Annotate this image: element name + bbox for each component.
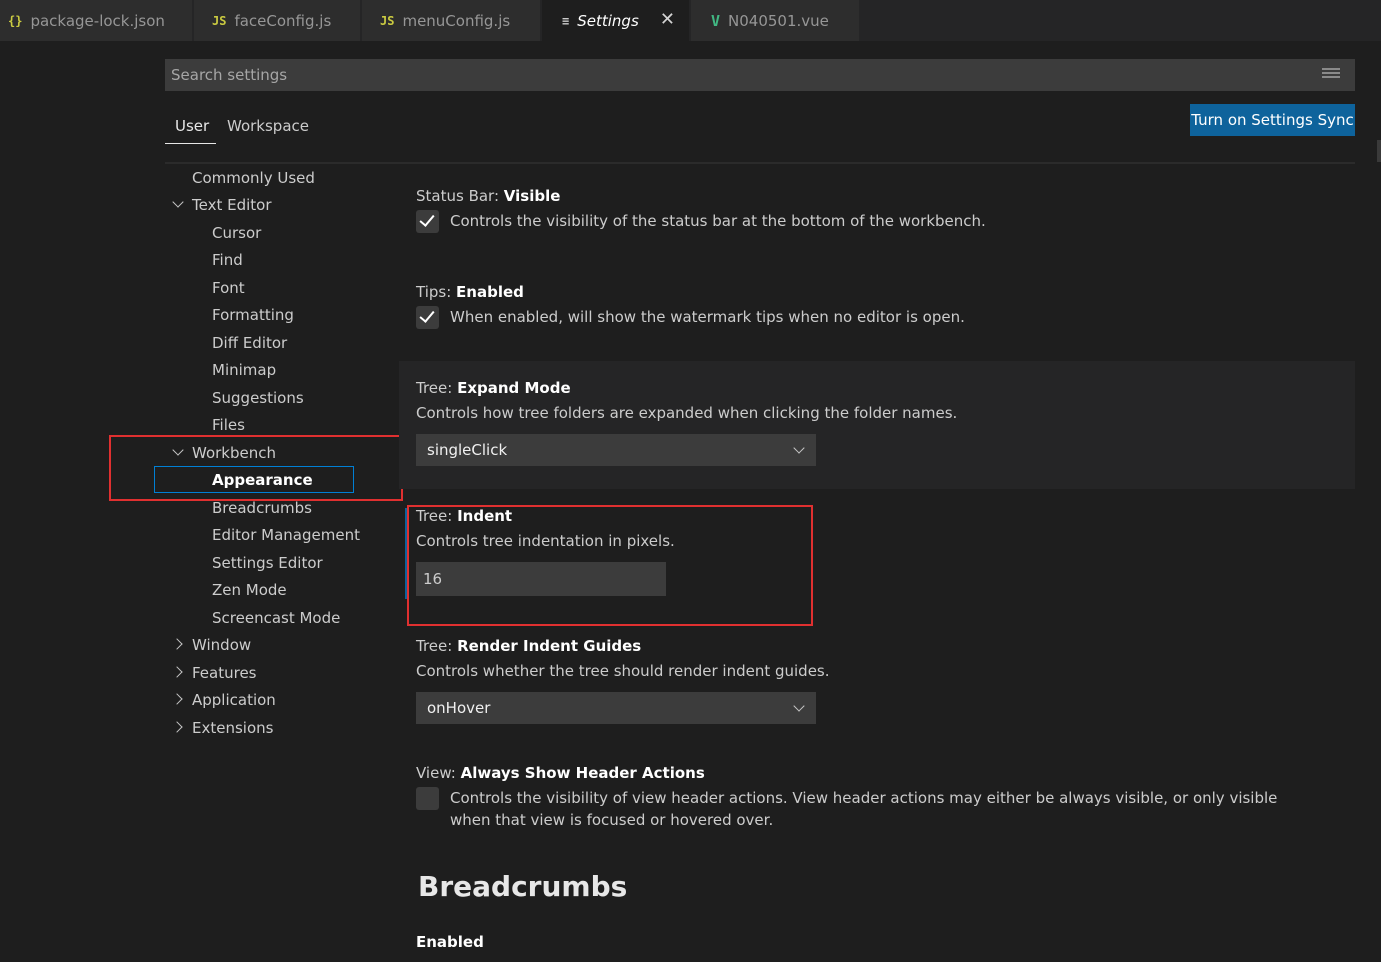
render-indent-guides-select[interactable]: onHover	[416, 692, 816, 724]
tab-settings[interactable]: ≡ Settings ✕	[542, 0, 690, 41]
tab-menu-config[interactable]: JS menuConfig.js	[362, 0, 541, 41]
select-value: singleClick	[427, 441, 508, 459]
toc-commonly-used[interactable]: Commonly Used	[192, 167, 315, 189]
setting-description: When enabled, will show the watermark ti…	[450, 308, 965, 326]
setting-title-tips: Tips: Enabled	[416, 282, 524, 302]
toc-font[interactable]: Font	[212, 277, 245, 299]
checkmark-icon	[419, 307, 435, 323]
toc-diff-editor[interactable]: Diff Editor	[212, 332, 287, 354]
tab-label: Settings	[577, 11, 639, 30]
setting-title-indent-guides: Tree: Render Indent Guides	[416, 636, 641, 656]
toc-extensions[interactable]: Extensions	[192, 717, 273, 739]
toc-minimap[interactable]: Minimap	[212, 359, 276, 381]
setting-category: Tree:	[416, 379, 458, 397]
setting-title-expand-mode: Tree: Expand Mode	[416, 378, 571, 398]
chevron-right-icon[interactable]	[171, 721, 183, 733]
setting-category: Tree:	[416, 637, 458, 655]
js-file-icon: JS	[380, 13, 395, 28]
close-icon[interactable]: ✕	[660, 9, 675, 30]
chevron-right-icon[interactable]	[171, 666, 183, 678]
toc-screencast-mode[interactable]: Screencast Mode	[212, 607, 340, 629]
toc-settings-editor[interactable]: Settings Editor	[212, 552, 323, 574]
setting-description: Controls the visibility of the status ba…	[450, 212, 986, 230]
toc-features[interactable]: Features	[192, 662, 257, 684]
scrollbar[interactable]	[1377, 140, 1381, 162]
setting-key: Always Show Header Actions	[460, 764, 705, 782]
toc-find[interactable]: Find	[212, 249, 243, 271]
setting-key: Expand Mode	[457, 379, 571, 397]
tab-face-config[interactable]: JS faceConfig.js	[194, 0, 361, 41]
toc-zen-mode[interactable]: Zen Mode	[212, 579, 287, 601]
chevron-down-icon[interactable]	[172, 196, 184, 208]
always-show-header-actions-checkbox[interactable]	[416, 787, 439, 810]
vue-file-icon: V	[711, 11, 721, 30]
active-scope-underline	[165, 143, 216, 144]
setting-category: View:	[416, 764, 461, 782]
checkmark-icon	[419, 211, 435, 227]
setting-key: Enabled	[456, 283, 524, 301]
toc-suggestions[interactable]: Suggestions	[212, 387, 304, 409]
tab-workspace[interactable]: Workspace	[227, 115, 309, 137]
search-placeholder: Search settings	[171, 66, 288, 84]
toc-window[interactable]: Window	[192, 634, 251, 656]
setting-description: Controls how tree folders are expanded w…	[416, 404, 958, 422]
tab-user[interactable]: User	[175, 115, 209, 137]
setting-description: Controls the visibility of view header a…	[450, 789, 1278, 829]
search-settings-input[interactable]: Search settings	[165, 59, 1355, 91]
tab-package-lock[interactable]: {} package-lock.json	[0, 0, 193, 41]
tab-label: package-lock.json	[30, 11, 165, 30]
annotation-highlight-indent	[407, 505, 813, 626]
tab-label: faceConfig.js	[234, 11, 332, 30]
header-separator	[165, 162, 1355, 164]
expand-mode-select[interactable]: singleClick	[416, 434, 816, 466]
setting-category: Tips:	[416, 283, 457, 301]
settings-group-title: Breadcrumbs	[418, 870, 628, 903]
tab-label: N040501.vue	[728, 11, 829, 30]
setting-key: Enabled	[416, 933, 484, 951]
annotation-highlight-workbench	[109, 435, 403, 501]
setting-title-status-bar: Status Bar: Visible	[416, 186, 560, 206]
tab-vue-file[interactable]: V N040501.vue	[691, 0, 860, 41]
chevron-down-icon	[793, 442, 805, 454]
setting-key: Render Indent Guides	[457, 637, 642, 655]
filter-icon[interactable]	[1322, 68, 1340, 82]
toc-application[interactable]: Application	[192, 689, 276, 711]
toc-text-editor[interactable]: Text Editor	[192, 194, 272, 216]
js-file-icon: JS	[212, 13, 227, 28]
settings-sync-button[interactable]: Turn on Settings Sync	[1190, 104, 1355, 136]
editor-tab-bar: {} package-lock.json JS faceConfig.js JS…	[0, 0, 1381, 41]
toc-formatting[interactable]: Formatting	[212, 304, 294, 326]
status-bar-visible-checkbox[interactable]	[416, 210, 439, 233]
setting-description: Controls whether the tree should render …	[416, 662, 830, 680]
tab-label: menuConfig.js	[402, 11, 511, 30]
tips-enabled-checkbox[interactable]	[416, 306, 439, 329]
toc-editor-management[interactable]: Editor Management	[212, 524, 360, 546]
setting-key: Visible	[503, 187, 561, 205]
toc-files[interactable]: Files	[212, 414, 245, 436]
json-file-icon: {}	[8, 13, 23, 28]
setting-title-header-actions: View: Always Show Header Actions	[416, 763, 705, 783]
chevron-right-icon[interactable]	[171, 638, 183, 650]
settings-file-icon: ≡	[562, 13, 570, 28]
setting-category: Status Bar:	[416, 187, 504, 205]
chevron-down-icon	[793, 700, 805, 712]
chevron-right-icon[interactable]	[171, 693, 183, 705]
toc-cursor[interactable]: Cursor	[212, 222, 261, 244]
select-value: onHover	[427, 699, 491, 717]
setting-title-breadcrumbs-enabled: Enabled	[416, 932, 484, 952]
